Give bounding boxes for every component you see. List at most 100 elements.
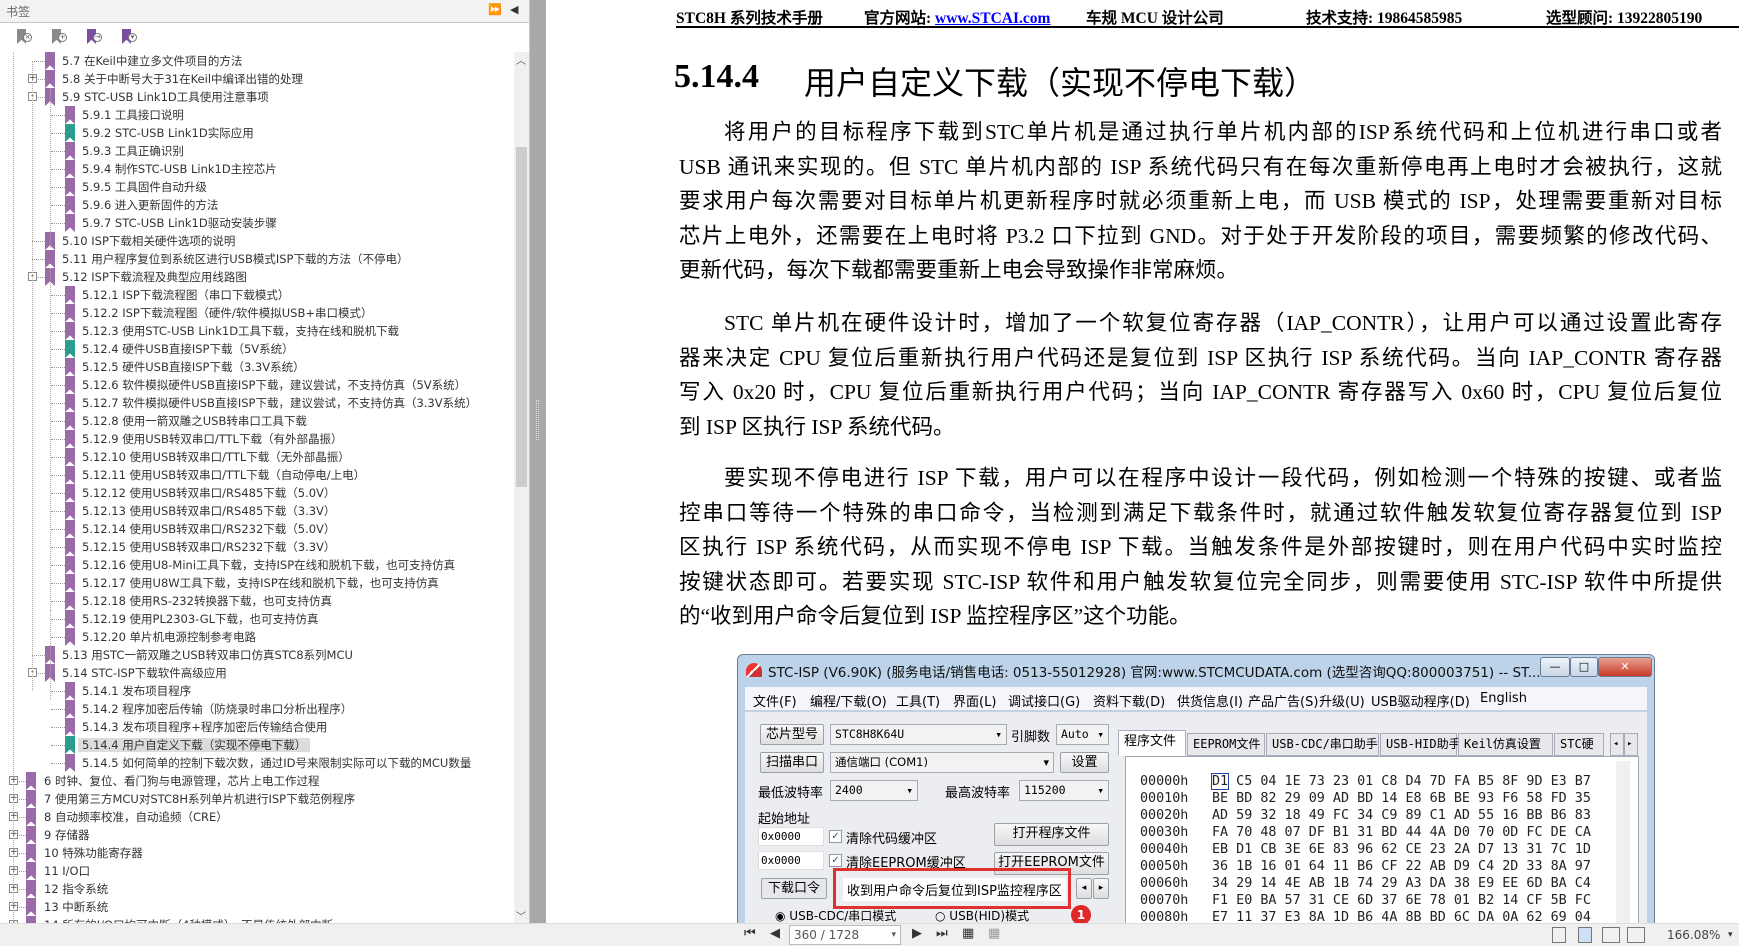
bookmark-item[interactable]: +6 时钟、复位、看门狗与电源管理，芯片上电工作过程: [0, 772, 512, 790]
bookmark-item[interactable]: 5.14.5 如何简单的控制下载次数，通过ID号来限制实际可以下载的MCU数量: [0, 754, 512, 772]
menu-item[interactable]: 供货信息(I): [1177, 691, 1243, 710]
single-page-view-icon[interactable]: [1552, 927, 1566, 943]
menu-item[interactable]: 文件(F): [753, 691, 797, 710]
bookmark-item[interactable]: 5.14.2 程序加密后传输（防烧录时串口分析出程序）: [0, 700, 512, 718]
max-baud-select[interactable]: 115200: [1019, 780, 1109, 801]
tabs-scroll-left-icon[interactable]: ◂: [1610, 733, 1624, 756]
website-link[interactable]: www.STCAI.com: [935, 10, 1050, 27]
continuous-view-icon[interactable]: [1578, 927, 1592, 943]
menu-item[interactable]: 升级(U): [1319, 691, 1365, 710]
last-page-button[interactable]: ⏭: [936, 926, 948, 941]
bookmark-item[interactable]: 5.12.15 使用USB转双串口/RS232下载（3.3V）: [0, 538, 512, 556]
clear-eeprom-checkbox[interactable]: ✓: [829, 854, 842, 867]
close-button[interactable]: ✕: [1598, 657, 1652, 677]
bookmark-item[interactable]: 5.12.19 使用PL2303-GL下载，也可支持仿真: [0, 610, 512, 628]
bookmark-item[interactable]: 5.10 ISP下载相关硬件选项的说明: [0, 232, 512, 250]
bookmark-item[interactable]: 5.12.9 使用USB转双串口/TTL下载（有外部晶振）: [0, 430, 512, 448]
isp-tab[interactable]: USB-CDC/串口助手: [1266, 733, 1379, 756]
isp-tab[interactable]: Keil仿真设置: [1458, 733, 1553, 756]
bookmark-item[interactable]: -5.12 ISP下载流程及典型应用线路图: [0, 268, 512, 286]
bookmark-item[interactable]: +11 I/O口: [0, 862, 512, 880]
bookmark-item[interactable]: 5.14.3 发布项目程序+程序加密后传输结合使用: [0, 718, 512, 736]
bookmark-expand-icon[interactable]: ▾: [119, 28, 137, 46]
bookmark-item[interactable]: 5.7 在Keil中建立多文件项目的方法: [0, 52, 512, 70]
menu-item[interactable]: 界面(L): [953, 691, 996, 710]
bookmarks-scrollbar[interactable]: ︿ ﹀: [514, 52, 529, 923]
bookmark-item[interactable]: +9 存储器: [0, 826, 512, 844]
bookmark-item[interactable]: 5.12.3 使用STC-USB Link1D工具下载，支持在线和脱机下载: [0, 322, 512, 340]
bookmark-item[interactable]: 5.9.6 进入更新固件的方法: [0, 196, 512, 214]
isp-tab[interactable]: 程序文件: [1118, 730, 1186, 756]
bookmark-item[interactable]: 5.12.6 软件模拟硬件USB直接ISP下载，建议尝试，不支持仿真（5V系统）: [0, 376, 512, 394]
previous-page-button[interactable]: ◀: [770, 926, 780, 941]
panel-splitter[interactable]: [530, 0, 546, 923]
bookmark-item[interactable]: -5.14 STC-ISP下载软件高级应用: [0, 664, 512, 682]
bookmark-item[interactable]: 5.13 用STC一箭双雕之USB转双串口仿真STC8系列MCU: [0, 646, 512, 664]
collapse-panel-icon[interactable]: ◀: [510, 3, 518, 16]
fit-width-icon[interactable]: ▦: [988, 926, 1000, 941]
min-baud-select[interactable]: 2400: [830, 780, 918, 801]
minimize-button[interactable]: —: [1540, 657, 1570, 677]
fit-page-icon[interactable]: ▦: [962, 926, 974, 941]
clear-code-checkbox[interactable]: ✓: [829, 830, 842, 843]
panel-options-icon[interactable]: ⏩: [488, 3, 502, 16]
next-page-button[interactable]: ▶: [912, 926, 922, 941]
menu-item[interactable]: 资料下载(D): [1093, 691, 1165, 710]
bookmark-item[interactable]: 5.12.11 使用USB转双串口/TTL下载（自动停电/上电）: [0, 466, 512, 484]
code-start-address-input[interactable]: 0x0000: [758, 827, 824, 846]
bookmark-delete-icon[interactable]: ×: [14, 28, 32, 46]
eeprom-start-address-input[interactable]: 0x0000: [758, 851, 824, 870]
bookmark-item[interactable]: 5.12.18 使用RS-232转换器下载，也可支持仿真: [0, 592, 512, 610]
zoom-level[interactable]: 166.08%: [1667, 928, 1720, 942]
isp-tab[interactable]: USB-HID助手: [1380, 733, 1461, 756]
menu-item[interactable]: USB驱动程序(D): [1371, 691, 1470, 710]
tab-download-password[interactable]: 下载口令: [761, 878, 827, 899]
splitter-grip[interactable]: [536, 400, 539, 440]
tab-scroll-right-icon[interactable]: ▸: [1093, 878, 1109, 899]
tab-scroll-left-icon[interactable]: ◂: [1076, 878, 1092, 899]
scan-port-button[interactable]: 扫描串口: [760, 752, 824, 773]
two-page-continuous-view-icon[interactable]: [1627, 927, 1645, 943]
scroll-up-icon[interactable]: ︿: [516, 52, 526, 67]
bookmark-item[interactable]: 5.12.20 单片机电源控制参考电路: [0, 628, 512, 646]
bookmark-item[interactable]: 5.9.2 STC-USB Link1D实际应用: [0, 124, 512, 142]
bookmark-item[interactable]: 5.12.14 使用USB转双串口/RS232下载（5.0V）: [0, 520, 512, 538]
menu-item[interactable]: 产品广告(S): [1248, 691, 1318, 710]
bookmark-item[interactable]: 5.12.7 软件模拟硬件USB直接ISP下载，建议尝试，不支持仿真（3.3V系…: [0, 394, 512, 412]
maximize-button[interactable]: □: [1570, 657, 1598, 677]
bookmark-item[interactable]: 5.12.12 使用USB转双串口/RS485下载（5.0V）: [0, 484, 512, 502]
bookmark-goto-icon[interactable]: →: [84, 28, 102, 46]
menu-item[interactable]: 工具(T): [896, 691, 940, 710]
isp-tab[interactable]: STC硬: [1554, 733, 1604, 756]
bookmark-item[interactable]: 5.9.7 STC-USB Link1D驱动安装步骤: [0, 214, 512, 232]
menu-item[interactable]: English: [1480, 691, 1527, 706]
tabs-scroll-right-icon[interactable]: ▸: [1624, 733, 1638, 756]
bookmark-item[interactable]: +10 特殊功能寄存器: [0, 844, 512, 862]
page-number-input[interactable]: 360 / 1728: [789, 925, 901, 945]
bookmark-item[interactable]: 5.14.1 发布项目程序: [0, 682, 512, 700]
bookmark-item[interactable]: 5.14.4 用户自定义下载（实现不停电下载）: [0, 736, 512, 754]
bookmark-item[interactable]: +12 指令系统: [0, 880, 512, 898]
bookmark-add-icon[interactable]: +: [49, 28, 67, 46]
usb-hid-mode-radio[interactable]: ○ USB(HID)模式: [935, 910, 1029, 923]
menu-item[interactable]: 调试接口(G): [1008, 691, 1080, 710]
open-program-file-button[interactable]: 打开程序文件: [994, 823, 1109, 846]
bookmark-item[interactable]: 5.12.16 使用U8-Mini工具下载，支持ISP在线和脱机下载，也可支持仿…: [0, 556, 512, 574]
settings-button[interactable]: 设置: [1060, 752, 1109, 773]
bookmark-item[interactable]: +5.8 关于中断号大于31在Keil中编译出错的处理: [0, 70, 512, 88]
bookmark-item[interactable]: 5.12.4 硬件USB直接ISP下载（5V系统）: [0, 340, 512, 358]
pin-count-select[interactable]: Auto: [1056, 724, 1109, 745]
chip-model-select[interactable]: STC8H8K64U: [830, 724, 1007, 745]
bookmark-item[interactable]: 5.12.1 ISP下载流程图（串口下载模式）: [0, 286, 512, 304]
hex-scrollbar[interactable]: [1616, 761, 1630, 923]
bookmark-item[interactable]: 5.9.3 工具正确识别: [0, 142, 512, 160]
usb-cdc-mode-radio[interactable]: ◉ USB-CDC/串口模式: [775, 910, 896, 923]
bookmark-item[interactable]: 5.12.10 使用USB转双串口/TTL下载（无外部晶振）: [0, 448, 512, 466]
bookmark-item[interactable]: 5.11 用户程序复位到系统区进行USB模式ISP下载的方法（不停电）: [0, 250, 512, 268]
bookmark-item[interactable]: 5.12.17 使用U8W工具下载，支持ISP在线和脱机下载，也可支持仿真: [0, 574, 512, 592]
bookmark-item[interactable]: 5.9.1 工具接口说明: [0, 106, 512, 124]
bookmark-item[interactable]: 5.12.13 使用USB转双串口/RS485下载（3.3V）: [0, 502, 512, 520]
bookmark-item[interactable]: 5.9.5 工具固件自动升级: [0, 178, 512, 196]
scrollbar-thumb[interactable]: [516, 147, 527, 487]
bookmark-item[interactable]: +8 自动频率校准，自动追频（CRE）: [0, 808, 512, 826]
